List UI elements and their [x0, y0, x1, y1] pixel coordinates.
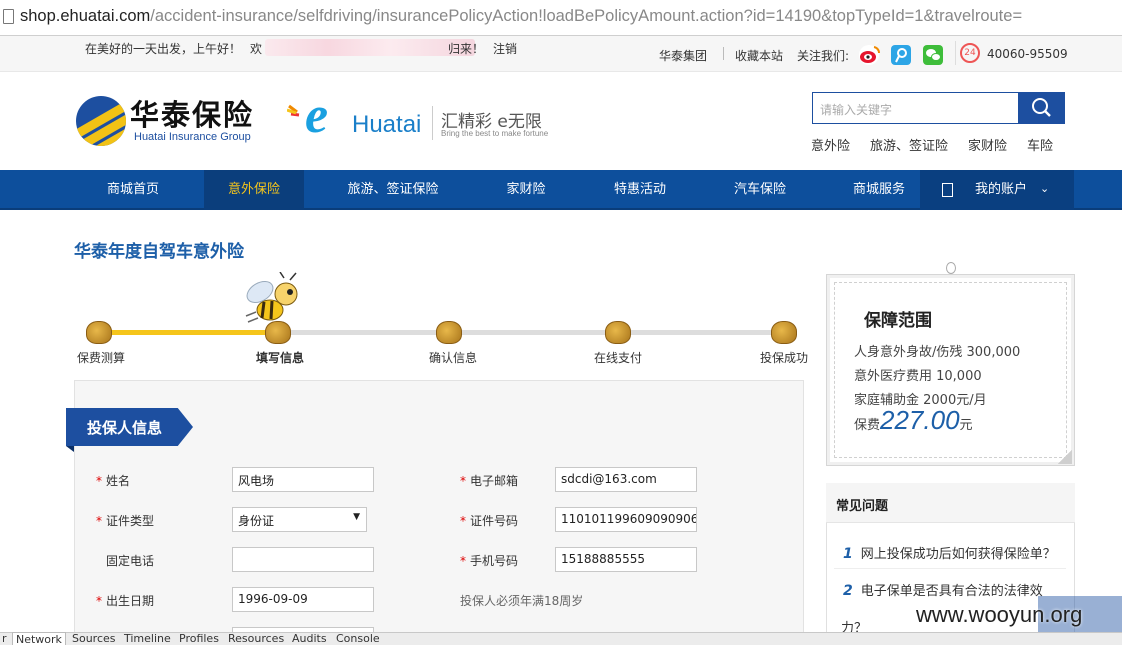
step-5-pot-icon — [771, 321, 797, 344]
email-label: * 电子邮箱 — [460, 474, 519, 488]
header-link-car[interactable]: 车险 — [1027, 135, 1053, 154]
mobile-label: * 手机号码 — [460, 554, 519, 568]
faq-header: 常见问题 — [826, 483, 1075, 523]
devtools-tab-network[interactable]: Network — [12, 632, 66, 646]
pin-icon — [946, 262, 956, 274]
account-icon — [942, 183, 953, 197]
tencent-weibo-icon[interactable] — [891, 45, 911, 65]
name-field[interactable]: 风电场 — [232, 467, 374, 492]
bee-mascot-icon — [245, 272, 298, 323]
hotline-24h-icon: 24 — [960, 43, 980, 63]
nav-auto[interactable]: 汽车保险 — [712, 170, 808, 210]
welcome-prefix: 欢 — [250, 42, 263, 56]
watermark: www.wooyun.org — [916, 602, 1083, 627]
nav-service[interactable]: 商城服务 — [834, 170, 924, 210]
page-title: 华泰年度自驾车意外险 — [74, 242, 244, 262]
nav-home-property[interactable]: 家财险 — [478, 170, 574, 210]
search-icon — [1032, 98, 1051, 117]
phone-label: 固定电话 — [106, 554, 155, 568]
bookmark-link[interactable]: 收藏本站 — [735, 47, 783, 64]
nav-home[interactable]: 商城首页 — [74, 170, 192, 210]
name-label: * 姓名 — [96, 474, 131, 488]
devtools-tab-timeline[interactable]: Timeline — [124, 632, 171, 645]
url-text[interactable]: shop.ehuatai.com/accident-insurance/self… — [20, 7, 1022, 26]
devtools-tab-resources[interactable]: Resources — [228, 632, 284, 645]
step-4-pot-icon — [605, 321, 631, 344]
wechat-icon[interactable] — [923, 45, 943, 65]
card-corner-fold — [1058, 450, 1072, 464]
coverage-line-2: 意外医疗费用 10,000 — [854, 369, 982, 384]
page-icon — [3, 9, 14, 24]
idtype-select[interactable]: 身份证 ▼ — [232, 507, 367, 532]
birth-field[interactable]: 1996-09-09 — [232, 587, 374, 612]
chevron-down-icon: ⌄ — [1040, 182, 1050, 195]
greeting-text: 在美好的一天出发，上午好！ — [85, 42, 242, 56]
brand-name-en: Huatai Insurance Group — [134, 131, 251, 143]
dropdown-arrow-icon: ▼ — [353, 512, 360, 522]
devtools-tab-sources[interactable]: Sources — [72, 632, 116, 645]
devtools-tab-profiles[interactable]: Profiles — [179, 632, 219, 645]
section-ribbon: 投保人信息 — [66, 408, 193, 446]
nav-travel[interactable]: 旅游、签证保险 — [330, 170, 456, 210]
devtools-separator: r — [2, 632, 7, 645]
divider — [432, 106, 433, 140]
hotline-number: 40060-95509 — [987, 47, 1068, 61]
email-field[interactable]: sdcdi@163.com — [555, 467, 697, 492]
premium-amount: 227.00 — [880, 405, 960, 435]
step-3-pot-icon — [436, 321, 462, 344]
header-link-accident[interactable]: 意外险 — [811, 135, 850, 154]
step-label-2: 填写信息 — [256, 351, 305, 365]
birth-label: * 出生日期 — [96, 594, 155, 608]
divider — [723, 47, 724, 60]
search-button[interactable] — [1018, 92, 1065, 124]
step-label-1: 保费测算 — [77, 351, 126, 365]
group-link[interactable]: 华泰集团 — [659, 47, 707, 64]
huatai-logo-icon[interactable] — [76, 96, 126, 146]
step-label-5: 投保成功 — [760, 351, 809, 365]
ribbon-fold — [66, 446, 74, 452]
nav-promotions[interactable]: 特惠活动 — [594, 170, 686, 210]
nav-my-account[interactable]: 我的账户 ⌄ — [920, 170, 1074, 210]
idno-label: * 证件号码 — [460, 514, 519, 528]
browser-address-bar[interactable]: shop.ehuatai.com/accident-insurance/self… — [0, 0, 1122, 36]
phone-field[interactable] — [232, 547, 374, 572]
ehuatai-logo[interactable]: Huatai — [352, 111, 421, 139]
step-label-3: 确认信息 — [429, 351, 478, 365]
header-link-home[interactable]: 家财险 — [968, 135, 1007, 154]
coverage-line-1: 人身意外身故/伤残 300,000 — [854, 345, 1021, 360]
brand-name[interactable]: 华泰保险 — [130, 92, 254, 134]
mobile-field[interactable]: 15188885555 — [555, 547, 697, 572]
age-hint: 投保人必须年满18周岁 — [460, 594, 584, 608]
devtools-tab-console[interactable]: Console — [336, 632, 380, 645]
faq-item-2[interactable]: 2 电子保单是否具有合法的法律效 — [843, 580, 1043, 599]
search-input[interactable]: 请输入关键字 — [812, 92, 1019, 124]
devtools-tab-audits[interactable]: Audits — [292, 632, 327, 645]
blurred-username — [265, 39, 475, 56]
step-label-4: 在线支付 — [594, 351, 643, 365]
logout-link[interactable]: 注销 — [493, 40, 517, 57]
premium: 保费227.00元 — [854, 405, 973, 435]
coverage-title: 保障范围 — [864, 311, 932, 331]
welcome-suffix: 归来！ — [448, 42, 485, 56]
ehuatai-e-logo: e — [305, 87, 329, 144]
progress-fill — [98, 330, 276, 335]
follow-label: 关注我们: — [797, 49, 850, 63]
idno-field[interactable]: 110101199609090906 — [555, 507, 697, 532]
idtype-label: * 证件类型 — [96, 514, 155, 528]
slogan-en: Bring the best to make fortune — [441, 129, 549, 138]
divider — [834, 568, 1066, 569]
divider — [955, 41, 956, 65]
section-title: 投保人信息 — [87, 419, 163, 437]
faq-item-1[interactable]: 1 网上投保成功后如何获得保险单？ — [843, 543, 1056, 562]
step-1-pot-icon — [86, 321, 112, 344]
header-link-travel[interactable]: 旅游、签证险 — [870, 135, 948, 154]
main-nav: 商城首页 意外保险 旅游、签证保险 家财险 特惠活动 汽车保险 商城服务 我的账… — [0, 170, 1122, 210]
nav-accident[interactable]: 意外保险 — [204, 170, 304, 210]
weibo-icon[interactable] — [859, 45, 881, 65]
